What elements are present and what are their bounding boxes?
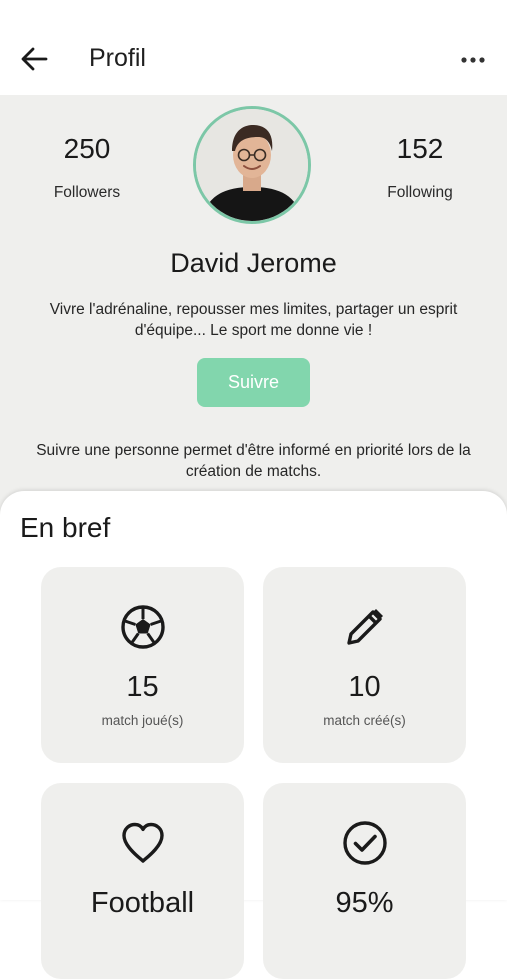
stat-card-matches-created[interactable]: 10 match créé(s) [263,567,466,763]
more-horizontal-icon [461,57,485,63]
more-options-button[interactable] [458,50,488,70]
card-value: Football [90,887,195,919]
pencil-icon [347,609,383,645]
page-title: Profil [89,44,146,72]
profile-name: David Jerome [170,248,337,278]
avatar [193,106,311,224]
app-header: Profil [0,0,507,95]
profile-photo [196,109,308,221]
stat-card-favorite-sport[interactable]: Football [41,783,244,979]
profile-bio: Vivre l'adrénaline, repousser mes limite… [49,301,458,339]
following-count[interactable]: 152 [360,133,480,165]
soccer-ball-icon [121,605,165,649]
card-value: 15 [126,671,159,703]
followers-label[interactable]: Followers [17,184,157,202]
following-label[interactable]: Following [350,184,490,202]
card-label: match créé(s) [323,713,406,728]
stat-card-reliability[interactable]: 95% [263,783,466,979]
back-button[interactable] [18,44,52,74]
card-value: 10 [348,671,381,703]
summary-title: En bref [20,512,111,543]
check-circle-icon [343,821,387,865]
follow-info-text: Suivre une personne permet d'être inform… [36,442,471,480]
card-value: 95% [335,887,394,919]
heart-icon [122,822,164,863]
follow-button[interactable]: Suivre [197,358,310,407]
card-label: match joué(s) [101,713,184,728]
stat-card-matches-played[interactable]: 15 match joué(s) [41,567,244,763]
followers-count[interactable]: 250 [27,133,147,165]
summary-sheet: En bref 15 match joué(s) 10 match créé(s… [0,491,507,979]
arrow-left-icon [21,47,48,71]
